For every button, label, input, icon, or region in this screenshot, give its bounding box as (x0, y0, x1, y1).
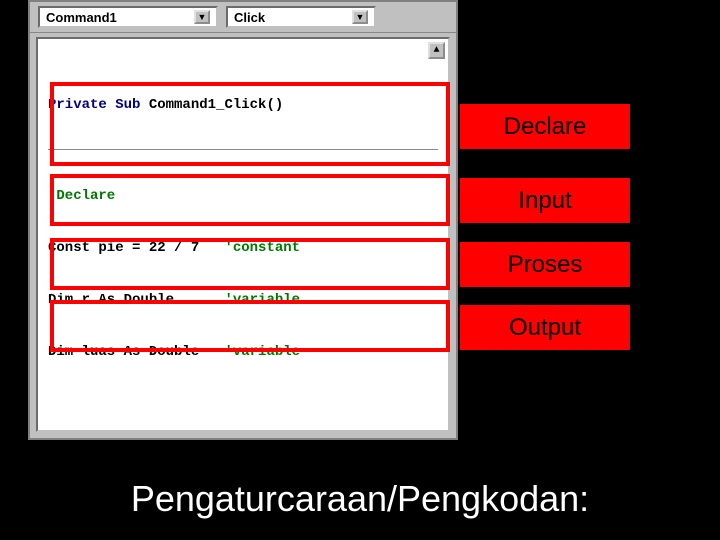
highlight-output-box (50, 300, 450, 352)
event-dropdown-value: Click (234, 10, 265, 25)
highlight-input-box (50, 174, 450, 226)
chevron-down-icon[interactable]: ▼ (352, 10, 368, 24)
footer-title: Pengaturcaraan/Pengkodan: (0, 478, 720, 520)
label-input: Input (460, 178, 630, 223)
highlight-declare-box (50, 82, 450, 166)
label-declare: Declare (460, 104, 630, 149)
label-output: Output (460, 305, 630, 350)
highlight-proses-box (50, 238, 450, 290)
scroll-up-button[interactable]: ▲ (428, 42, 445, 59)
editor-toolbar: Command1 ▼ Click ▼ (30, 2, 456, 33)
chevron-down-icon[interactable]: ▼ (194, 10, 210, 24)
object-dropdown-value: Command1 (46, 10, 117, 25)
event-dropdown[interactable]: Click ▼ (226, 6, 376, 28)
label-proses: Proses (460, 242, 630, 287)
object-dropdown[interactable]: Command1 ▼ (38, 6, 218, 28)
